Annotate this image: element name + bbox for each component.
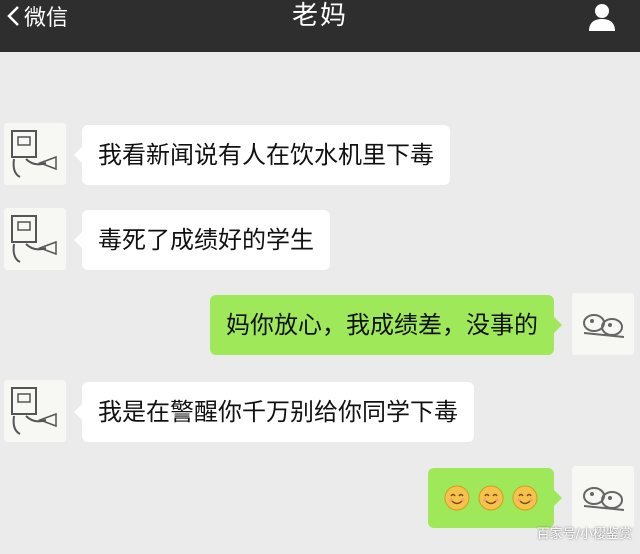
smile-emoji-icon: [444, 485, 470, 511]
user-avatar-icon: [583, 314, 625, 338]
avatar[interactable]: [4, 123, 66, 185]
avatar[interactable]: [4, 208, 66, 270]
avatar[interactable]: [572, 293, 634, 355]
watermark: 百家号/小樱鉴赏: [536, 527, 632, 542]
avatar[interactable]: [572, 466, 634, 528]
avatar[interactable]: [4, 380, 66, 442]
contact-profile-button[interactable]: [586, 2, 618, 32]
chat-area[interactable]: 我看新闻说有人在饮水机里下毒 毒死了成绩好的学生 妈你放心，我成绩差，没事的 我…: [0, 52, 640, 554]
mom-avatar-icon: [11, 387, 57, 435]
message-bubble[interactable]: 我看新闻说有人在饮水机里下毒: [74, 125, 450, 185]
message-bubble[interactable]: 我是在警醒你千万别给你同学下毒: [74, 382, 474, 442]
person-icon: [589, 4, 615, 31]
chat-title: 老妈: [291, 1, 348, 31]
smile-emoji-icon: [478, 485, 504, 511]
mom-avatar-icon: [11, 130, 57, 178]
message-bubble[interactable]: 毒死了成绩好的学生: [74, 210, 330, 270]
emoji-message-bubble[interactable]: [428, 468, 562, 528]
message-bubble[interactable]: 妈你放心，我成绩差，没事的: [210, 295, 562, 355]
nav-bar: 微信 老妈: [0, 0, 640, 52]
user-avatar-icon: [583, 487, 625, 511]
smile-emoji-icon: [512, 485, 538, 511]
mom-avatar-icon: [11, 215, 57, 263]
